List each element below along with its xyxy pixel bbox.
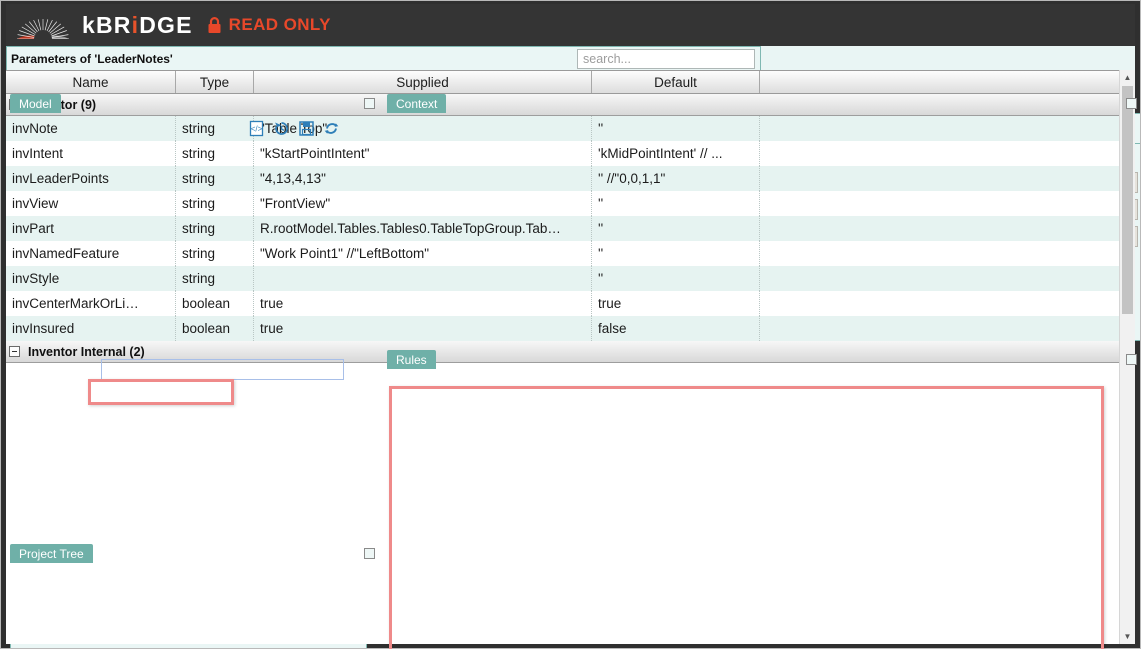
cell-type[interactable]: string bbox=[176, 116, 254, 141]
rules-panel-minimize-icon[interactable] bbox=[1126, 354, 1137, 365]
table-row[interactable]: invLeaderPoints string "4,13,4,13" '' //"0,… bbox=[6, 166, 1135, 191]
grid-column-header-default[interactable]: Default bbox=[592, 71, 760, 93]
brand-br: BR bbox=[96, 11, 132, 38]
code-file-icon[interactable]: </> bbox=[248, 120, 265, 137]
cell-name[interactable]: invView bbox=[6, 191, 176, 216]
cell-default[interactable]: '' bbox=[592, 191, 760, 216]
collapse-icon[interactable] bbox=[9, 346, 20, 357]
grid-group-row[interactable]: Inventor Internal (2) bbox=[6, 341, 1135, 363]
cell-supplied[interactable]: true bbox=[254, 316, 592, 341]
table-row[interactable]: invInsured boolean true false bbox=[6, 316, 1135, 341]
rules-search-input[interactable] bbox=[583, 52, 754, 66]
cell-supplied[interactable]: "4,13,4,13" bbox=[254, 166, 592, 191]
read-only-badge: READ ONLY bbox=[207, 15, 331, 35]
kbridge-application-window: kBRiDGE READ ONLY Model worldTableApplic… bbox=[0, 0, 1141, 649]
cell-type[interactable]: string bbox=[176, 266, 254, 291]
rules-caption: Parameters of 'LeaderNotes' bbox=[11, 52, 173, 66]
grid-column-header-name[interactable]: Name bbox=[6, 71, 176, 93]
workspace: Model worldTableApplication1SettingsDraw… bbox=[6, 46, 1141, 649]
cell-default[interactable]: '' bbox=[592, 266, 760, 291]
cell-type[interactable]: string bbox=[176, 216, 254, 241]
grid-group-row[interactable]: Inventor (9) bbox=[6, 94, 1135, 116]
panel-tab-rules[interactable]: Rules bbox=[387, 350, 436, 369]
grid-group-label: Inventor Internal (2) bbox=[28, 344, 145, 359]
cell-type[interactable]: string bbox=[176, 191, 254, 216]
cell-name[interactable]: invNamedFeature bbox=[6, 241, 176, 266]
cell-spacer bbox=[760, 316, 778, 341]
cell-type[interactable]: string bbox=[176, 241, 254, 266]
panel-tab-model[interactable]: Model bbox=[10, 94, 61, 113]
brand-k: k bbox=[82, 11, 96, 38]
cell-type[interactable]: string bbox=[176, 166, 254, 191]
cell-type[interactable]: boolean bbox=[176, 316, 254, 341]
model-panel-minimize-icon[interactable] bbox=[364, 98, 375, 109]
cell-type[interactable]: boolean bbox=[176, 291, 254, 316]
cell-type[interactable]: string bbox=[176, 141, 254, 166]
title-bar: kBRiDGE READ ONLY bbox=[6, 4, 1135, 46]
table-row[interactable]: invPart string R.rootModel.Tables.Tables0.… bbox=[6, 216, 1135, 241]
grid-column-header-type[interactable]: Type bbox=[176, 71, 254, 93]
cell-default[interactable]: true bbox=[592, 291, 760, 316]
read-only-label: READ ONLY bbox=[228, 15, 331, 34]
cell-name[interactable]: invPart bbox=[6, 216, 176, 241]
kbridge-logo-icon bbox=[14, 19, 72, 40]
cell-spacer bbox=[760, 216, 778, 241]
table-row[interactable]: invIntent string "kStartPointIntent"'kMidP… bbox=[6, 141, 1135, 166]
project-panel-minimize-icon[interactable] bbox=[364, 548, 375, 559]
table-row[interactable]: invNamedFeature string "Work Point1" //"Le… bbox=[6, 241, 1135, 266]
cell-supplied[interactable] bbox=[254, 266, 592, 291]
cell-supplied[interactable]: "Work Point1" //"LeftBottom" bbox=[254, 241, 592, 266]
cell-supplied[interactable]: "FrontView" bbox=[254, 191, 592, 216]
cell-default[interactable]: false bbox=[592, 316, 760, 341]
rules-search-box[interactable] bbox=[577, 49, 755, 69]
cell-name[interactable]: invCenterMarkOrLi… bbox=[6, 291, 176, 316]
cell-spacer bbox=[760, 266, 778, 291]
rules-panel: Parameters of 'LeaderNotes' NameTypeSupp… bbox=[6, 46, 1135, 644]
grid-body[interactable]: Inventor (9) invNote string "Table Top" '' in… bbox=[6, 94, 1135, 363]
brand-dge: DGE bbox=[139, 11, 193, 38]
cell-name[interactable]: invLeaderPoints bbox=[6, 166, 176, 191]
panel-tab-project-tree[interactable]: Project Tree bbox=[10, 544, 93, 563]
project-tree-node-models[interactable]: Models bbox=[11, 644, 366, 649]
grid-column-header-spacer bbox=[760, 71, 778, 93]
save-icon[interactable] bbox=[298, 120, 315, 137]
cell-default[interactable]: '' bbox=[592, 116, 760, 141]
cell-spacer bbox=[760, 291, 778, 316]
cell-spacer bbox=[760, 141, 778, 166]
cell-spacer bbox=[760, 191, 778, 216]
cell-default[interactable]: '' bbox=[592, 216, 760, 241]
table-row[interactable]: invView string "FrontView" '' bbox=[6, 191, 1135, 216]
cell-spacer bbox=[760, 166, 778, 191]
context-panel-minimize-icon[interactable] bbox=[1126, 98, 1137, 109]
brand-logo: kBRiDGE bbox=[14, 10, 193, 40]
cell-name[interactable]: invNote bbox=[6, 116, 176, 141]
table-row[interactable]: invNote string "Table Top" '' bbox=[6, 116, 1135, 141]
lock-icon bbox=[208, 16, 221, 33]
refresh-icon[interactable] bbox=[323, 120, 340, 137]
cell-name[interactable]: invIntent bbox=[6, 141, 176, 166]
rules-toolbar: Parameters of 'LeaderNotes' bbox=[7, 47, 760, 71]
brand-text: kBRiDGE bbox=[82, 12, 193, 39]
cell-supplied[interactable]: R.rootModel.Tables.Tables0.TableTopGroup… bbox=[254, 216, 592, 241]
history-icon[interactable] bbox=[273, 120, 290, 137]
grid-header-row: Name Type Supplied Default bbox=[6, 70, 1135, 94]
svg-text:</>: </> bbox=[251, 125, 263, 134]
table-row[interactable]: invStyle string '' bbox=[6, 266, 1135, 291]
table-row[interactable]: invCenterMarkOrLi… boolean true true bbox=[6, 291, 1135, 316]
panel-tab-context[interactable]: Context bbox=[387, 94, 447, 113]
cell-supplied[interactable]: "kStartPointIntent" bbox=[254, 141, 592, 166]
parameters-grid: Name Type Supplied Default Inventor (9) invN… bbox=[6, 70, 1135, 644]
cell-supplied[interactable]: true bbox=[254, 291, 592, 316]
cell-default[interactable]: '' bbox=[592, 241, 760, 266]
cell-default[interactable]: '' //"0,0,1,1" bbox=[592, 166, 760, 191]
cell-name[interactable]: invStyle bbox=[6, 266, 176, 291]
cell-default[interactable]: 'kMidPointIntent' // ... bbox=[592, 141, 760, 166]
cell-spacer bbox=[760, 116, 778, 141]
cell-name[interactable]: invInsured bbox=[6, 316, 176, 341]
cell-spacer bbox=[760, 241, 778, 266]
model-tree-toolbar: </> bbox=[248, 120, 340, 137]
grid-column-header-supplied[interactable]: Supplied bbox=[254, 71, 592, 93]
